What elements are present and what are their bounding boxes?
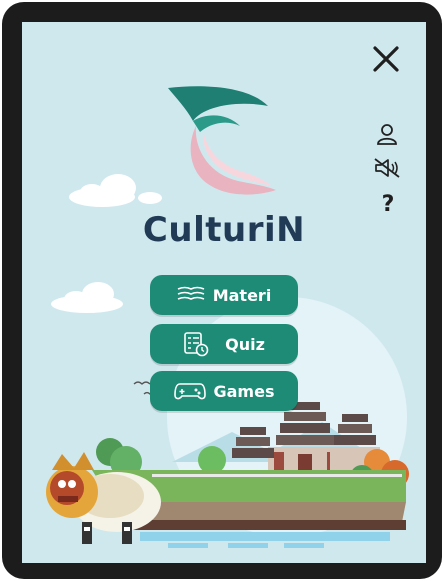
- cloud-icon: [51, 282, 123, 313]
- materi-button[interactable]: Materi: [150, 275, 298, 315]
- app-title: CulturiN: [142, 210, 306, 250]
- app-logo: [168, 86, 276, 195]
- barong-character: [46, 452, 161, 544]
- profile-button[interactable]: [374, 122, 400, 146]
- close-button[interactable]: [369, 42, 403, 76]
- quiz-icon: [184, 332, 209, 357]
- sound-muted-icon: [374, 158, 400, 178]
- gamepad-icon: [173, 383, 206, 400]
- help-button[interactable]: ?: [374, 190, 402, 218]
- sound-toggle-button[interactable]: [372, 156, 402, 180]
- cloud-icon: [69, 174, 162, 207]
- close-icon: [373, 46, 399, 72]
- games-label: Games: [213, 381, 275, 401]
- user-icon: [377, 124, 397, 145]
- game-screen: CulturiN Materi Quiz Games ?: [22, 22, 426, 563]
- materi-label: Materi: [212, 285, 272, 305]
- book-icon: [177, 286, 205, 300]
- games-button[interactable]: Games: [150, 371, 298, 411]
- quiz-button[interactable]: Quiz: [150, 324, 298, 364]
- quiz-label: Quiz: [225, 334, 265, 354]
- tablet-frame: CulturiN Materi Quiz Games ?: [2, 2, 442, 579]
